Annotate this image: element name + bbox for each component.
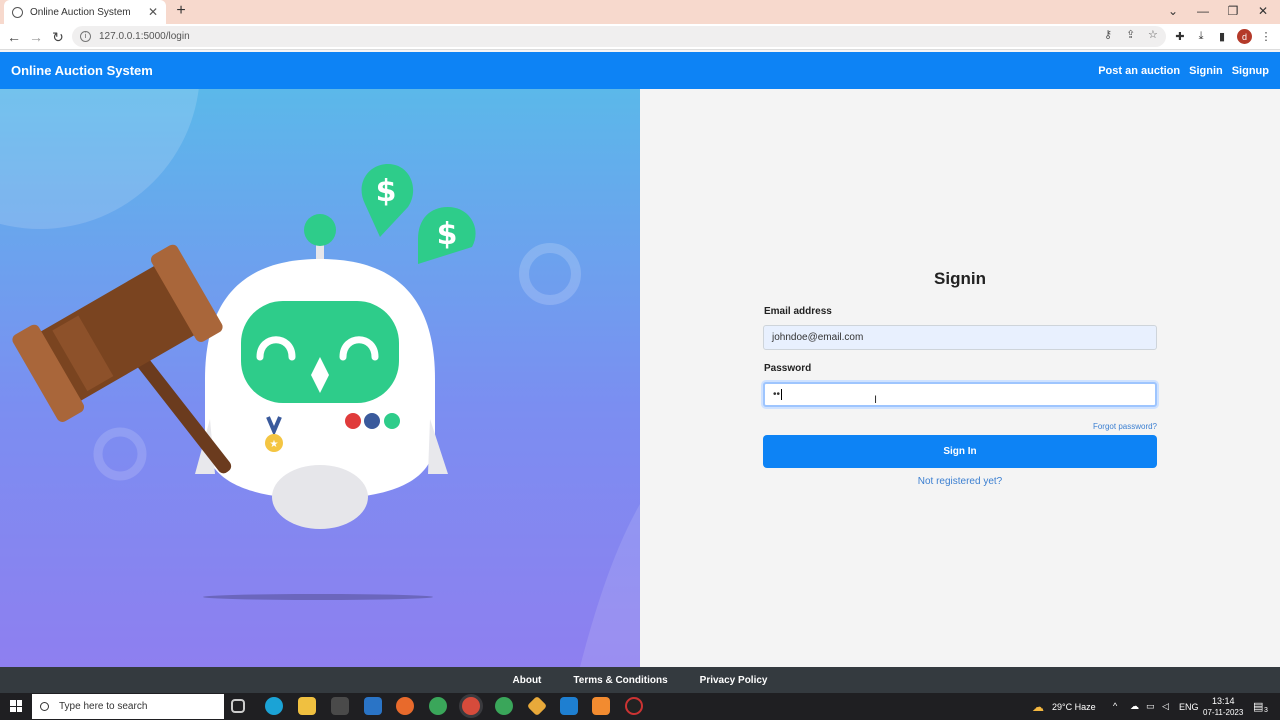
password-field[interactable]: ••	[763, 382, 1157, 407]
footer-privacy-link[interactable]: Privacy Policy	[700, 675, 768, 686]
close-window-icon[interactable]: ✕	[1248, 0, 1278, 22]
clock-time[interactable]: 13:14	[1212, 696, 1235, 706]
password-label: Password	[764, 363, 812, 374]
decor-ring-right	[519, 243, 581, 305]
download-icon[interactable]: ⤓	[1194, 29, 1208, 43]
git-icon[interactable]	[526, 695, 548, 717]
store-icon[interactable]	[331, 697, 349, 715]
decor-wave	[580, 504, 640, 667]
gavel-icon	[12, 244, 232, 474]
email-field[interactable]: johndoe@email.com	[763, 325, 1157, 350]
taskbar-search-placeholder: Type here to search	[59, 701, 148, 712]
password-value: ••	[773, 389, 781, 400]
weather-icon: ☁	[1032, 700, 1044, 714]
new-tab-button[interactable]: +	[173, 2, 189, 22]
address-bar: ← → ↻ i 127.0.0.1:5000/login ⚷ ⇪ ☆	[0, 24, 1280, 50]
language-indicator[interactable]: ENG	[1179, 702, 1199, 712]
share-icon[interactable]: ⇪	[1126, 28, 1135, 41]
app-navbar: Online Auction System Post an auction Si…	[0, 52, 1280, 89]
browser-tab-bar: Online Auction System ✕ + ⌄ — ❐ ✕	[0, 0, 1280, 24]
windows-start-icon[interactable]	[10, 700, 22, 712]
tab-close-icon[interactable]: ✕	[148, 5, 158, 19]
xampp-icon[interactable]	[592, 697, 610, 715]
email-value: johndoe@email.com	[772, 332, 864, 343]
sidepanel-icon[interactable]: ▮	[1215, 29, 1229, 43]
robot-icon: ★	[195, 214, 448, 529]
minimize-icon[interactable]: —	[1188, 0, 1218, 22]
task-view-icon[interactable]	[231, 699, 245, 713]
text-caret	[781, 389, 783, 400]
decor-ring-left	[93, 427, 147, 481]
tray-chevron-icon[interactable]: ^	[1113, 701, 1117, 711]
auction-robot-illustration: ★ $ $	[0, 89, 640, 667]
decor-circle-large	[0, 89, 199, 229]
profile-avatar[interactable]: d	[1237, 29, 1252, 44]
signin-form-panel: Signin Email address johndoe@email.com P…	[640, 89, 1280, 667]
dollar-pin-icon-2: $	[418, 207, 476, 264]
mail-icon[interactable]	[364, 697, 382, 715]
clock-date[interactable]: 07-11-2023	[1203, 708, 1243, 717]
info-icon[interactable]: i	[80, 31, 91, 42]
tab-title: Online Auction System	[30, 6, 131, 18]
back-icon[interactable]: ←	[6, 29, 22, 45]
bookmark-star-icon[interactable]: ☆	[1148, 28, 1158, 41]
notification-count: 3	[1264, 707, 1268, 714]
hero-illustration: ★ $ $	[0, 89, 640, 667]
file-explorer-icon[interactable]	[298, 697, 316, 715]
weather-text[interactable]: 29°C Haze	[1052, 702, 1096, 712]
footer-about-link[interactable]: About	[513, 675, 542, 686]
url-text: 127.0.0.1:5000/login	[99, 31, 190, 42]
chrome-icon[interactable]	[429, 697, 447, 715]
footer-terms-link[interactable]: Terms & Conditions	[573, 675, 667, 686]
app-footer: About Terms & Conditions Privacy Policy	[0, 667, 1280, 693]
forgot-password-link[interactable]: Forgot password?	[1057, 422, 1157, 431]
navbar-links: Post an auction Signin Signup	[1098, 65, 1269, 77]
url-input[interactable]: i 127.0.0.1:5000/login	[72, 26, 1166, 47]
key-icon[interactable]: ⚷	[1104, 28, 1112, 41]
browser-tab[interactable]: Online Auction System ✕	[4, 0, 166, 24]
ibeam-cursor-icon: I	[874, 394, 878, 406]
forward-icon[interactable]: →	[28, 29, 44, 45]
restore-icon[interactable]: ❐	[1218, 0, 1248, 22]
extensions-icon[interactable]: ✚	[1173, 29, 1187, 43]
vscode-icon[interactable]	[560, 697, 578, 715]
firefox-icon[interactable]	[396, 697, 414, 715]
taskbar-search-input[interactable]: Type here to search	[32, 694, 224, 719]
signin-button[interactable]: Sign In	[763, 435, 1157, 468]
dollar-pin-icon: $	[361, 164, 414, 237]
notification-icon[interactable]: ▤	[1253, 700, 1263, 713]
svg-text:★: ★	[270, 439, 279, 450]
nav-signup[interactable]: Signup	[1232, 65, 1269, 77]
tab-search-icon[interactable]: ⌄	[1158, 0, 1188, 22]
nav-signin[interactable]: Signin	[1189, 65, 1223, 77]
robot-shadow	[203, 594, 433, 600]
chrome-profile-icon[interactable]	[495, 697, 513, 715]
svg-text:$: $	[437, 217, 458, 252]
search-icon	[40, 702, 49, 711]
edge-icon[interactable]	[265, 697, 283, 715]
volume-icon[interactable]: ◁	[1162, 701, 1169, 712]
recorder-icon[interactable]	[625, 697, 643, 715]
network-icon[interactable]: ▭	[1146, 701, 1155, 712]
nav-post-auction[interactable]: Post an auction	[1098, 65, 1180, 77]
brand-logo-text[interactable]: Online Auction System	[11, 63, 153, 78]
windows-taskbar: Type here to search ☁ 29°C Haze ^ ☁ ▭ ◁ …	[0, 693, 1280, 720]
globe-icon	[12, 6, 23, 18]
chrome-profile-icon-active[interactable]	[462, 697, 480, 715]
email-label: Email address	[764, 306, 832, 317]
svg-text:$: $	[376, 174, 397, 209]
register-link[interactable]: Not registered yet?	[640, 476, 1280, 487]
reload-icon[interactable]: ↻	[50, 29, 66, 45]
onedrive-icon[interactable]: ☁	[1130, 701, 1139, 712]
page-title: Signin	[934, 269, 986, 288]
menu-kebab-icon[interactable]: ⋮	[1259, 29, 1273, 43]
